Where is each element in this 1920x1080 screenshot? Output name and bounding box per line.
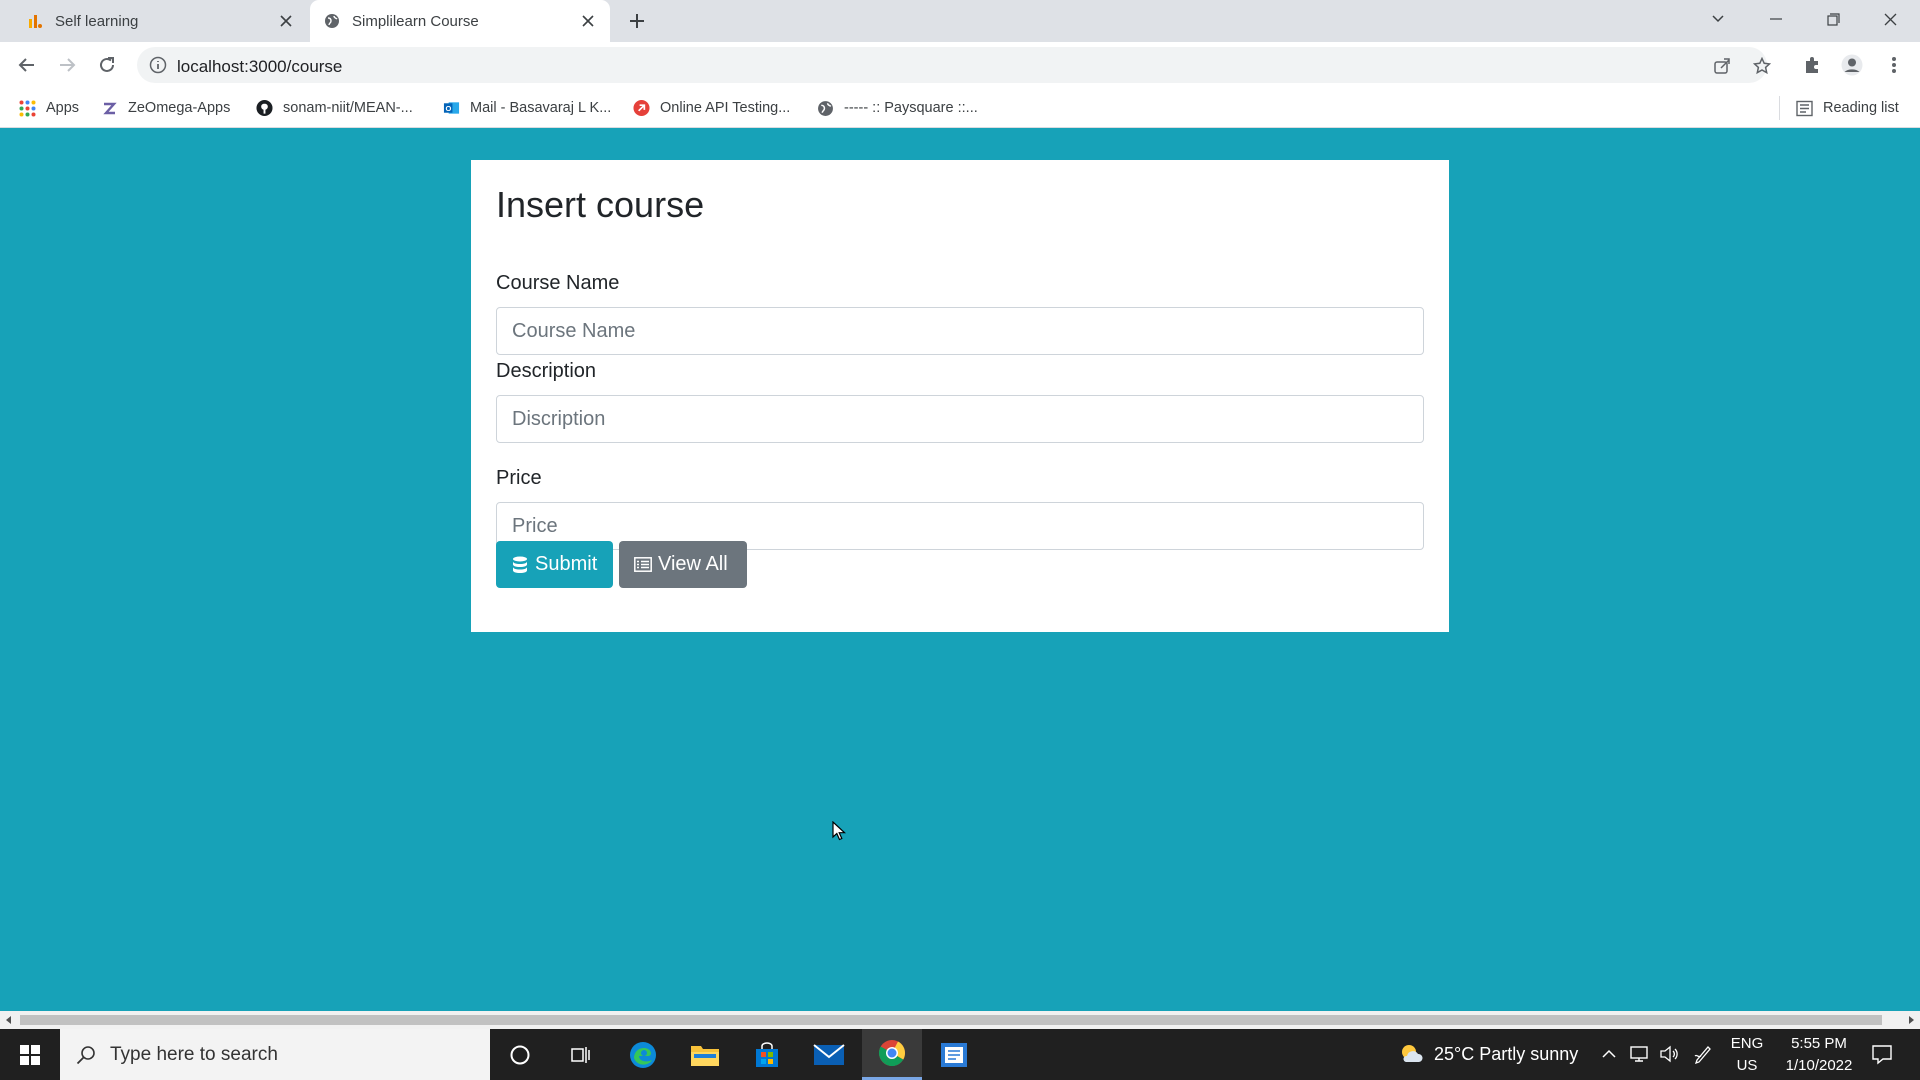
tab-self-learning[interactable]: Self learning — [0, 0, 308, 42]
tab-strip: Self learning Simplilearn Course — [0, 0, 1920, 42]
list-icon — [634, 556, 652, 574]
analytics-icon — [27, 13, 43, 29]
view-all-label: View All — [658, 553, 728, 575]
scroll-left-icon[interactable] — [4, 1015, 14, 1025]
address-bar[interactable]: localhost:3000/course — [137, 47, 1771, 83]
file-explorer-icon[interactable] — [675, 1029, 735, 1080]
kebab-menu-icon[interactable] — [1882, 53, 1906, 77]
tab-title: Simplilearn Course — [352, 12, 479, 30]
bookmark-label: Mail - Basavaraj L K... — [470, 100, 612, 116]
bookmarks-divider — [1779, 96, 1780, 120]
cortana-icon[interactable] — [490, 1029, 550, 1080]
minimize-icon[interactable] — [1748, 0, 1804, 38]
page-viewport: Insert course Course Name Description Pr… — [0, 129, 1920, 1011]
database-icon — [511, 556, 529, 574]
close-tab-icon[interactable] — [580, 13, 596, 29]
clock-date: 1/10/2022 — [1785, 1057, 1853, 1074]
site-info-icon[interactable] — [149, 56, 167, 74]
profile-avatar-icon[interactable] — [1840, 53, 1864, 77]
clock[interactable]: 5:55 PM 1/10/2022 — [1774, 1033, 1864, 1077]
microsoft-store-icon[interactable] — [737, 1029, 797, 1080]
course-name-label: Course Name — [496, 272, 620, 294]
windows-logo-icon — [20, 1044, 40, 1065]
new-tab-icon[interactable] — [624, 8, 650, 34]
weather-text[interactable]: 25°C Partly sunny — [1434, 1043, 1578, 1065]
bookmark-label: Apps — [46, 100, 80, 116]
windows-taskbar: Type here to search 25°C Partly sunny EN — [0, 1029, 1920, 1080]
tab-search-icon[interactable] — [1690, 0, 1746, 38]
url-text: localhost:3000/course — [177, 57, 343, 76]
globe-icon — [324, 13, 340, 29]
notifications-icon[interactable] — [1870, 1042, 1894, 1066]
course-name-input[interactable] — [496, 307, 1424, 355]
bookmark-github[interactable]: sonam-niit/MEAN-... — [256, 88, 413, 128]
reading-list-button[interactable]: Reading list — [1796, 88, 1899, 128]
zeomega-icon — [101, 100, 118, 117]
bookmark-zeomega-apps[interactable]: ZeOmega-Apps — [101, 88, 230, 128]
description-label: Description — [496, 360, 597, 382]
input-language[interactable]: ENG US — [1726, 1033, 1768, 1077]
clock-time: 5:55 PM — [1791, 1035, 1847, 1052]
mouse-cursor-icon — [832, 820, 847, 841]
restore-icon[interactable] — [1805, 0, 1861, 38]
reload-icon[interactable] — [92, 50, 122, 80]
bookmarks-bar: Apps ZeOmega-Apps sonam-niit/MEAN-... O … — [0, 88, 1920, 128]
submit-label: Submit — [535, 553, 598, 575]
github-icon — [256, 99, 273, 117]
edge-icon[interactable] — [613, 1029, 673, 1080]
bookmark-apps[interactable]: Apps — [19, 88, 79, 128]
view-all-button[interactable]: View All — [619, 541, 747, 588]
price-label: Price — [496, 467, 542, 489]
taskbar-search-box[interactable]: Type here to search — [60, 1029, 490, 1080]
share-icon[interactable] — [1712, 56, 1732, 76]
description-input[interactable] — [496, 395, 1424, 443]
submit-button[interactable]: Submit — [496, 541, 613, 588]
bookmark-label: Online API Testing... — [660, 100, 791, 116]
chrome-icon[interactable] — [862, 1029, 922, 1080]
svg-text:O: O — [445, 104, 451, 113]
bookmark-mail[interactable]: O Mail - Basavaraj L K... — [443, 88, 611, 128]
forward-icon[interactable] — [52, 50, 82, 80]
reading-list-label: Reading list — [1823, 100, 1899, 116]
tab-title: Self learning — [55, 12, 139, 30]
outlook-icon: O — [443, 100, 460, 117]
bookmark-label: sonam-niit/MEAN-... — [283, 100, 413, 116]
apps-grid-icon — [19, 100, 36, 117]
scrollbar-thumb[interactable] — [20, 1015, 1882, 1025]
start-button[interactable] — [0, 1029, 60, 1080]
scroll-right-icon[interactable] — [1906, 1015, 1916, 1025]
chevron-up-icon[interactable] — [1599, 1044, 1619, 1064]
notepad-app-icon[interactable] — [924, 1029, 984, 1080]
search-icon — [76, 1045, 96, 1065]
close-tab-icon[interactable] — [278, 13, 294, 29]
bookmark-paysquare[interactable]: ----- :: Paysquare ::... — [817, 88, 978, 128]
bookmark-online-api-testing[interactable]: Online API Testing... — [633, 88, 790, 128]
task-view-icon[interactable] — [550, 1029, 610, 1080]
pen-workspace-icon[interactable] — [1693, 1044, 1713, 1064]
weather-partly-sunny-icon[interactable] — [1398, 1041, 1424, 1067]
bookmark-label: ZeOmega-Apps — [128, 100, 231, 116]
page-title: Insert course — [496, 184, 705, 225]
network-icon[interactable] — [1629, 1044, 1649, 1064]
reading-list-icon — [1796, 100, 1813, 117]
bookmark-star-icon[interactable] — [1752, 56, 1772, 76]
api-testing-icon — [633, 99, 650, 117]
browser-toolbar: localhost:3000/course — [0, 42, 1920, 88]
volume-icon[interactable] — [1659, 1044, 1679, 1064]
close-window-icon[interactable] — [1862, 0, 1918, 38]
extensions-icon[interactable] — [1800, 53, 1824, 77]
language-code: ENG — [1730, 1035, 1764, 1052]
horizontal-scrollbar[interactable] — [0, 1011, 1920, 1029]
mail-icon[interactable] — [799, 1029, 859, 1080]
insert-course-card: Insert course Course Name Description Pr… — [471, 160, 1449, 632]
region-code: US — [1736, 1057, 1758, 1074]
back-icon[interactable] — [12, 50, 42, 80]
tab-simplilearn-course[interactable]: Simplilearn Course — [310, 0, 610, 42]
taskbar-search-placeholder: Type here to search — [110, 1043, 278, 1065]
bookmark-label: ----- :: Paysquare ::... — [844, 100, 978, 116]
globe-icon — [817, 100, 834, 117]
